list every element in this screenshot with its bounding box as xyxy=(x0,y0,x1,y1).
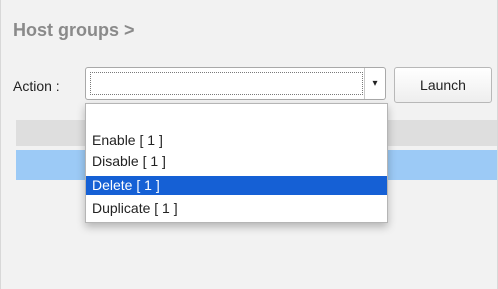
menu-item-delete[interactable]: Delete [ 1 ] xyxy=(86,176,387,195)
action-select-value xyxy=(90,72,363,95)
menu-item-enable[interactable]: Enable [ 1 ] xyxy=(86,131,387,150)
menu-item-disable[interactable]: Disable [ 1 ] xyxy=(86,152,387,171)
action-label: Action : xyxy=(13,78,60,94)
page-title: Host groups > xyxy=(13,20,135,40)
action-dropdown-menu: Enable [ 1 ] Disable [ 1 ] Delete [ 1 ] … xyxy=(85,103,388,223)
page-frame: Host groups > Action : ▾ Launch Enable [… xyxy=(0,0,498,289)
launch-button[interactable]: Launch xyxy=(394,67,492,103)
chevron-down-icon[interactable]: ▾ xyxy=(364,68,385,99)
action-select[interactable]: ▾ xyxy=(85,67,386,100)
menu-item-duplicate[interactable]: Duplicate [ 1 ] xyxy=(86,199,387,218)
